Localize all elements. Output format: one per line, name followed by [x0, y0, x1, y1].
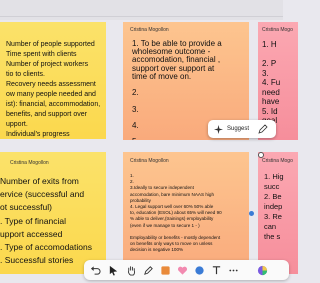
bottom-toolbar — [84, 260, 289, 280]
note-line: Time spent with clients — [6, 51, 77, 58]
text-icon[interactable] — [210, 264, 222, 276]
note-line: Number of exits from — [0, 176, 79, 186]
note-line: succ — [264, 182, 280, 191]
sticky-note-pink-2[interactable]: Cristina Mogo 1. Hig succ 2. Be indep 3. Re c… — [258, 152, 298, 274]
note-line: ist): financial, accommodation, — [6, 101, 101, 108]
note-author: Cristina Mogollon — [130, 158, 169, 164]
sparkle-icon — [214, 124, 223, 134]
sticky-note-yellow-2[interactable]: Cristina Mogollon Number of exits from er… — [0, 152, 106, 274]
note-text: Number of exits from ervice (successful a… — [0, 175, 92, 267]
note-line: need — [262, 87, 280, 97]
note-author: Cristina Mogo — [262, 158, 293, 164]
note-author: Cristina Mogo — [262, 27, 293, 33]
note-line: 2. P — [262, 59, 277, 68]
note-line: 5. — [132, 138, 222, 140]
note-line — [262, 50, 280, 60]
note-line: 3. — [262, 68, 269, 78]
note-line — [132, 97, 222, 105]
note-text: 1. H 2. P3.4. Funeedhave5. Idgoal — [262, 40, 280, 126]
note-line: benefits, and support over — [6, 111, 87, 118]
note-line: can — [264, 222, 277, 231]
note-line: . Type of financial — [0, 215, 66, 226]
note-line: upport accessed — [0, 228, 63, 239]
more-icon[interactable] — [227, 264, 239, 276]
pen-icon[interactable] — [142, 264, 154, 276]
divider — [0, 16, 283, 17]
note-line: 2. Be — [264, 192, 282, 201]
note-line: 5. Id — [262, 106, 278, 116]
note-line: ow many people needed and — [6, 91, 96, 98]
note-line: 1. H — [262, 40, 277, 49]
note-author: Cristina Mogollon — [130, 27, 169, 33]
note-line: . Successful stories — [0, 255, 74, 266]
note-line: Recovery needs assessment — [6, 81, 96, 88]
note-line — [132, 81, 222, 89]
note-line: 3. — [132, 104, 139, 114]
connector-dot[interactable] — [249, 211, 254, 216]
note-author: Cristina Mogollon — [10, 160, 49, 166]
color-icon[interactable] — [256, 264, 268, 276]
select-icon[interactable] — [107, 264, 119, 276]
note-line: Number of people supported — [6, 41, 95, 48]
note-line: . Type of accomodations — [0, 242, 92, 253]
suggest-button[interactable]: Suggest — [208, 120, 276, 138]
shape-icon[interactable] — [193, 264, 205, 276]
note-line: Individual's progress — [6, 131, 70, 138]
note-text: Number of people supported Time spent wit… — [6, 40, 100, 139]
note-line: the s — [264, 232, 281, 241]
note-line: 1. Hig — [264, 172, 284, 181]
undo-icon[interactable] — [89, 264, 101, 276]
note-line: tio to clients. — [6, 71, 45, 78]
sticky-icon[interactable] — [159, 264, 171, 276]
note-line: 3. Re — [264, 212, 282, 221]
top-bar — [0, 0, 283, 20]
note-line: accomodation, bare minimum NAAS high — [130, 191, 215, 197]
sticky-note-yellow-1[interactable]: Number of people supported Time spent wit… — [0, 22, 106, 139]
note-text: 1. 2. 3.Ideally to secure independent accom… — [130, 173, 222, 254]
note-line: % able to deliver,(trainings) employabil… — [130, 216, 214, 222]
note-line: upport. — [6, 121, 28, 128]
note-line: time of move on. — [132, 71, 192, 81]
note-line: decision is negative 100% — [130, 247, 184, 253]
edit-icon[interactable] — [258, 124, 268, 134]
sticky-note-orange-2[interactable]: Cristina Mogollon 1. 2. 3.Ideally to secur… — [123, 152, 249, 274]
note-text: 1. Hig succ 2. Be indep 3. Re can the s — [264, 172, 284, 242]
heart-icon[interactable] — [176, 264, 188, 276]
suggest-label: Suggest — [227, 126, 250, 132]
selection-handle[interactable] — [258, 152, 264, 158]
note-line: Number of project workers — [6, 61, 89, 68]
note-line: indep — [264, 202, 283, 211]
note-line: ervice (successful and — [0, 189, 85, 200]
note-line: 4. Fu — [262, 78, 281, 87]
hand-icon[interactable] — [125, 264, 137, 276]
note-line: have — [262, 97, 280, 106]
note-line: ot successful) — [0, 202, 52, 213]
note-line: 2. — [132, 88, 139, 98]
